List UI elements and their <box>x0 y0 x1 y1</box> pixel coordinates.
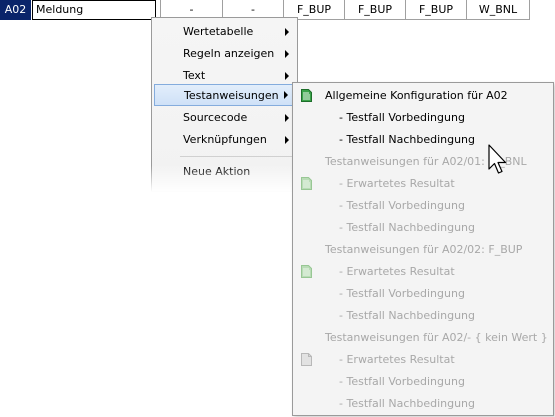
submenu-item-erwartetes-resultat: - Erwartetes Resultat <box>293 349 551 371</box>
context-menu: Wertetabelle Regeln anzeigen Text Testan… <box>151 17 298 192</box>
submenu-item-label: Testanweisungen für A02/- { kein Wert } <box>325 331 548 344</box>
row-id-cell[interactable]: A02 <box>0 0 31 20</box>
menu-item-testanweisungen[interactable]: Testanweisungen <box>154 84 295 106</box>
submenu-item-testfall-nachbedingung: - Testfall Nachbedingung <box>293 305 551 327</box>
submenu-header-a02-02: Testanweisungen für A02/02: F_BUP <box>293 239 551 261</box>
green-document-icon <box>301 89 312 102</box>
submenu-item-testfall-vorbedingung: - Testfall Vorbedingung <box>293 283 551 305</box>
menu-item-label: Testanweisungen <box>184 89 279 102</box>
menu-item-sourcecode[interactable]: Sourcecode <box>154 107 295 129</box>
faded-green-document-icon <box>301 265 312 278</box>
grid-cell[interactable]: F_BUP <box>345 0 406 20</box>
submenu-arrow-icon <box>285 28 289 36</box>
submenu-item-label: - Testfall Vorbedingung <box>339 287 465 300</box>
submenu-header-a02-01: Testanweisungen für A02/01: W_BNL <box>293 151 551 173</box>
testanweisungen-submenu: Allgemeine Konfiguration für A02 - Testf… <box>292 82 554 416</box>
grid-cell[interactable]: F_BUP <box>406 0 467 20</box>
submenu-item-label: - Erwartetes Resultat <box>339 265 455 278</box>
submenu-item-testfall-nachbedingung[interactable]: - Testfall Nachbedingung <box>293 129 551 151</box>
submenu-item-erwartetes-resultat: - Erwartetes Resultat <box>293 261 551 283</box>
submenu-item-label: - Testfall Nachbedingung <box>339 397 476 410</box>
submenu-item-erwartetes-resultat: - Erwartetes Resultat <box>293 173 551 195</box>
submenu-item-label: - Testfall Vorbedingung <box>339 111 465 124</box>
submenu-arrow-icon <box>285 50 289 58</box>
submenu-item-testfall-vorbedingung: - Testfall Vorbedingung <box>293 371 551 393</box>
submenu-item-testfall-nachbedingung: - Testfall Nachbedingung <box>293 217 551 239</box>
submenu-item-allgemeine-konfiguration[interactable]: Allgemeine Konfiguration für A02 <box>293 85 551 107</box>
menu-item-verknuepfungen[interactable]: Verknüpfungen <box>154 129 295 151</box>
menu-item-label: Text <box>183 69 206 82</box>
submenu-item-testfall-vorbedingung: - Testfall Vorbedingung <box>293 195 551 217</box>
menu-item-label: Wertetabelle <box>183 25 254 38</box>
menu-item-neue-aktion[interactable]: Neue Aktion <box>154 161 295 183</box>
submenu-item-label: - Testfall Nachbedingung <box>339 133 476 146</box>
submenu-item-testfall-vorbedingung[interactable]: - Testfall Vorbedingung <box>293 107 551 129</box>
menu-item-label: Neue Aktion <box>183 165 251 178</box>
submenu-arrow-icon <box>285 114 289 122</box>
submenu-arrow-icon <box>284 91 288 99</box>
menu-item-label: Regeln anzeigen <box>183 47 275 60</box>
submenu-item-label: - Testfall Nachbedingung <box>339 309 476 322</box>
submenu-item-label: - Erwartetes Resultat <box>339 353 455 366</box>
submenu-item-label: Allgemeine Konfiguration für A02 <box>325 89 508 102</box>
menu-item-label: Sourcecode <box>183 111 248 124</box>
submenu-item-label: - Testfall Vorbedingung <box>339 375 465 388</box>
menu-item-label: Verknüpfungen <box>183 133 267 146</box>
menu-separator <box>180 156 294 157</box>
submenu-item-label: - Testfall Vorbedingung <box>339 199 465 212</box>
faded-green-document-icon <box>301 177 312 190</box>
menu-item-regeln-anzeigen[interactable]: Regeln anzeigen <box>154 43 295 65</box>
submenu-header-a02-kein-wert: Testanweisungen für A02/- { kein Wert } <box>293 327 551 349</box>
menu-item-wertetabelle[interactable]: Wertetabelle <box>154 21 295 43</box>
submenu-arrow-icon <box>285 136 289 144</box>
submenu-item-testfall-nachbedingung: - Testfall Nachbedingung <box>293 393 551 415</box>
mouse-pointer-icon <box>488 144 507 174</box>
submenu-arrow-icon <box>285 72 289 80</box>
grid-cell[interactable]: W_BNL <box>467 0 530 20</box>
submenu-item-label: - Testfall Nachbedingung <box>339 221 476 234</box>
row-name-cell[interactable]: Meldung <box>32 0 156 20</box>
gray-document-icon <box>301 353 312 366</box>
submenu-item-label: - Erwartetes Resultat <box>339 177 455 190</box>
submenu-item-label: Testanweisungen für A02/02: F_BUP <box>325 243 523 256</box>
